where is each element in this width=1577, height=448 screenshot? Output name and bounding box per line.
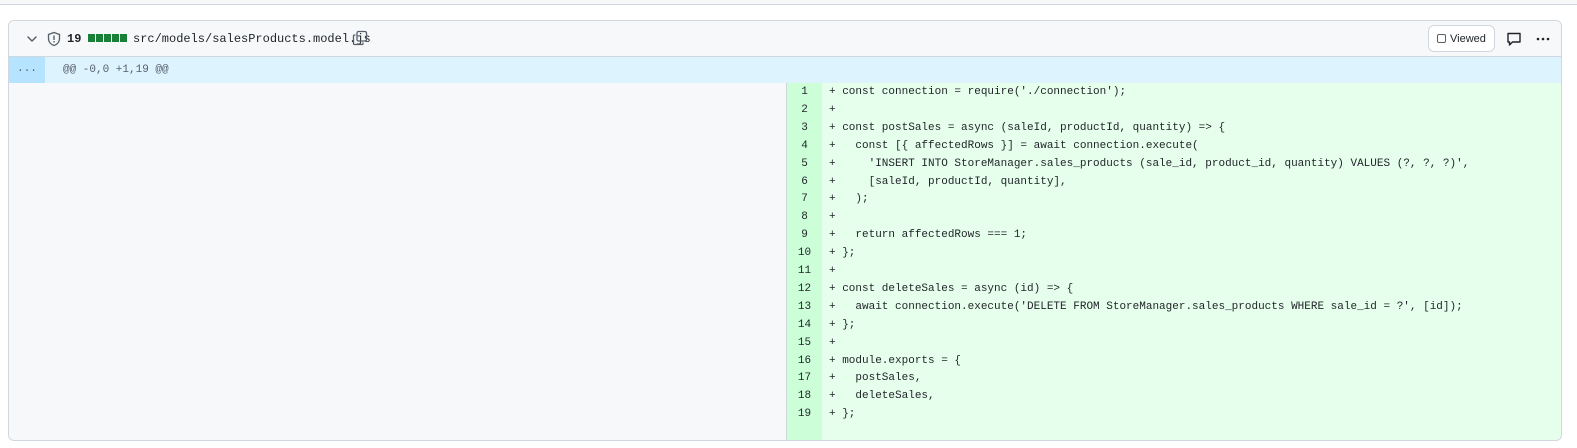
code-line: 17 + postSales, — [787, 369, 1561, 387]
code-text: + }; — [829, 247, 856, 260]
line-number[interactable]: 16 — [787, 352, 822, 370]
code-line: 15 + — [787, 334, 1561, 352]
line-number[interactable]: 9 — [787, 226, 822, 244]
code-text: + 'INSERT INTO StoreManager.sales_produc… — [829, 157, 1470, 170]
code-text: + — [829, 211, 836, 224]
shield-icon — [46, 31, 62, 47]
code-line: 7 + ); — [787, 190, 1561, 208]
line-number[interactable]: 3 — [787, 119, 822, 137]
code-line: 11 + — [787, 262, 1561, 280]
left-pane-empty — [9, 83, 787, 440]
previous-file-edge — [0, 0, 1577, 5]
code-line: 8 + — [787, 208, 1561, 226]
copy-icon[interactable] — [352, 30, 368, 46]
viewed-label: Viewed — [1450, 32, 1486, 45]
code-text: + module.exports = { — [829, 354, 962, 367]
chevron-down-icon[interactable] — [24, 31, 40, 47]
line-number[interactable]: 17 — [787, 369, 822, 387]
line-number[interactable]: 10 — [787, 244, 822, 262]
line-number[interactable]: 4 — [787, 137, 822, 155]
line-number[interactable]: 13 — [787, 298, 822, 316]
diffstat-block — [88, 34, 95, 42]
hunk-header-row: ... @@ -0,0 +1,19 @@ — [9, 57, 1561, 83]
line-number[interactable]: 8 — [787, 208, 822, 226]
line-number[interactable]: 11 — [787, 262, 822, 280]
code-text: + — [829, 265, 836, 277]
diff-file: 19 src/models/salesProducts.model.js Vie… — [8, 20, 1562, 441]
code-line: 16 + module.exports = { — [787, 352, 1561, 370]
code-text: + const deleteSales = async (id) => { — [829, 282, 1074, 295]
line-number[interactable]: 12 — [787, 280, 822, 298]
code-line: 19 + }; — [787, 405, 1561, 423]
line-number[interactable]: 15 — [787, 334, 822, 352]
comment-icon[interactable] — [1506, 31, 1522, 47]
code-text: + [saleId, productId, quantity], — [829, 175, 1067, 188]
code-text: + deleteSales, — [829, 390, 935, 403]
code-text: + await connection.execute('DELETE FROM … — [829, 300, 1463, 313]
code-text: + const postSales = async (saleId, produ… — [829, 121, 1226, 134]
line-number[interactable]: 19 — [787, 405, 822, 423]
line-number[interactable]: 1 — [787, 83, 822, 101]
diffstat-block — [120, 34, 127, 42]
line-number[interactable]: 7 — [787, 190, 822, 208]
code-line: 6 + [saleId, productId, quantity], — [787, 173, 1561, 191]
code-text: + const [{ affectedRows }] = await conne… — [829, 139, 1199, 152]
code-text: + return affectedRows === 1; — [829, 229, 1028, 242]
expand-hunk-button[interactable]: ... — [9, 57, 45, 83]
file-header: 19 src/models/salesProducts.model.js Vie… — [9, 21, 1561, 57]
code-text: + — [829, 103, 836, 116]
code-line: 9 + return affectedRows === 1; — [787, 226, 1561, 244]
line-number[interactable]: 5 — [787, 155, 822, 173]
diffstat-bar — [88, 34, 127, 42]
diffstat-block — [104, 34, 111, 42]
line-number[interactable]: 14 — [787, 316, 822, 334]
code-text: + const connection = require('./connecti… — [829, 86, 1127, 98]
code-line: 12 + const deleteSales = async (id) => { — [787, 280, 1561, 298]
viewed-checkbox[interactable] — [1437, 34, 1446, 43]
diffstat-block — [96, 34, 103, 42]
code-line: 3 + const postSales = async (saleId, prod… — [787, 119, 1561, 137]
kebab-menu-icon[interactable] — [1535, 31, 1551, 47]
line-number[interactable]: 6 — [787, 173, 822, 191]
file-path[interactable]: src/models/salesProducts.model.js — [133, 32, 371, 46]
viewed-button[interactable]: Viewed — [1428, 25, 1495, 52]
code-text: + — [829, 336, 836, 349]
code-line: 1 + const connection = require('./connect… — [787, 83, 1561, 101]
code-line: 14 + }; — [787, 316, 1561, 334]
code-line: 5 + 'INSERT INTO StoreManager.sales_produ… — [787, 155, 1561, 173]
code-text: + ); — [829, 193, 869, 206]
additions-count: 19 — [67, 32, 82, 46]
code-line: 13 + await connection.execute('DELETE FRO… — [787, 298, 1561, 316]
code-text: + postSales, — [829, 372, 922, 385]
code-text: + }; — [829, 408, 856, 421]
line-number[interactable]: 2 — [787, 101, 822, 119]
right-pane-additions: 1 + const connection = require('./connect… — [787, 83, 1561, 440]
code-line: 2 + — [787, 101, 1561, 119]
code-text: + }; — [829, 318, 856, 331]
diffstat-block — [112, 34, 119, 42]
code-line: 10 + }; — [787, 244, 1561, 262]
code-line: 4 + const [{ affectedRows }] = await conn… — [787, 137, 1561, 155]
hunk-header: @@ -0,0 +1,19 @@ — [63, 64, 169, 76]
line-number[interactable]: 18 — [787, 387, 822, 405]
code-line: 18 + deleteSales, — [787, 387, 1561, 405]
